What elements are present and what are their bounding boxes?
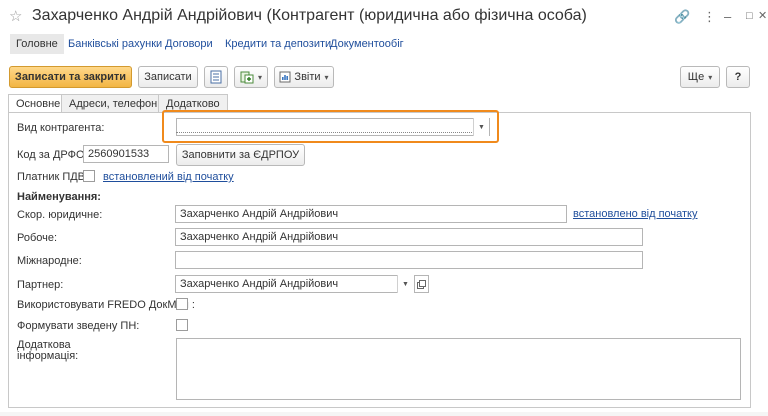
summary-tax-invoice-label: Формувати зведену ПН: <box>17 320 140 332</box>
save-and-close-button[interactable]: Записати та закрити <box>9 66 132 88</box>
more-actions-button[interactable]: Ще ▾ <box>680 66 720 88</box>
save-button[interactable]: Записати <box>138 66 198 88</box>
kind-label: Вид контрагента: <box>17 122 105 134</box>
reports-label: Звіти <box>294 71 321 83</box>
toolbar: Записати та закрити Записати ▾ Звіти ▾ Щ… <box>0 62 768 90</box>
nav-contracts[interactable]: Договори <box>165 38 213 50</box>
drfo-label: Код за ДРФО: <box>17 149 88 161</box>
intl-name-field[interactable] <box>175 251 643 269</box>
more-label: Ще <box>687 71 705 83</box>
document-list-icon[interactable] <box>204 66 228 88</box>
nav-credits-deposits[interactable]: Кредити та депозити <box>225 38 331 50</box>
partner-field[interactable]: Захарченко Андрій Андрійович <box>175 275 413 293</box>
reports-button[interactable]: Звіти ▾ <box>274 66 334 88</box>
summary-tax-invoice-checkbox[interactable] <box>176 319 188 331</box>
vat-history-link[interactable]: встановлений від початку <box>103 171 234 183</box>
reports-icon <box>279 71 291 83</box>
short-name-label: Скор. юридичне: <box>17 209 103 221</box>
link-icon[interactable]: 🔗 <box>674 10 690 23</box>
nav-main[interactable]: Головне <box>10 34 64 54</box>
vat-label: Платник ПДВ: <box>17 171 89 183</box>
fill-by-edrpou-button[interactable]: Заповнити за ЄДРПОУ <box>176 144 305 166</box>
tab-addresses-phones[interactable]: Адреси, телефони <box>61 94 172 112</box>
minimize-icon[interactable]: – <box>724 10 731 23</box>
fredo-label: Використовувати FREDO ДокМен : <box>17 299 195 311</box>
bottom-edge <box>0 412 768 416</box>
short-name-history-link[interactable]: встановлено від початку <box>573 208 698 220</box>
extra-info-textarea[interactable] <box>176 338 741 400</box>
drfo-field[interactable]: 2560901533 <box>83 145 169 163</box>
work-name-field[interactable]: Захарченко Андрій Андрійович <box>175 228 643 246</box>
title-bar: ☆ Захарченко Андрій Андрійович (Контраге… <box>0 0 768 34</box>
create-based-on-icon[interactable]: ▾ <box>234 66 268 88</box>
extra-info-label-line2: інформація: <box>17 350 79 362</box>
help-button[interactable]: ? <box>726 66 750 88</box>
intl-name-label: Міжнародне: <box>17 255 82 267</box>
names-heading: Найменування: <box>17 191 101 203</box>
more-menu-icon[interactable]: ⋮ <box>703 10 716 23</box>
partner-label: Партнер: <box>17 279 64 291</box>
vat-checkbox[interactable] <box>83 170 95 182</box>
favorite-star-icon[interactable]: ☆ <box>9 9 22 24</box>
nav-document-flow[interactable]: Документообіг <box>330 38 404 50</box>
close-icon[interactable]: ✕ <box>758 10 767 23</box>
kind-select-highlight <box>162 110 499 143</box>
work-name-label: Робоче: <box>17 232 58 244</box>
partner-dropdown-chevron-icon[interactable]: ▼ <box>397 275 413 293</box>
nav-bank-accounts[interactable]: Банківські рахунки <box>68 38 162 50</box>
section-nav: Головне Банківські рахунки Договори Кред… <box>0 34 768 58</box>
tab-main[interactable]: Основне <box>8 94 69 113</box>
partner-open-icon[interactable] <box>414 275 429 293</box>
short-name-field[interactable]: Захарченко Андрій Андрійович <box>175 205 567 223</box>
fredo-checkbox[interactable] <box>176 298 188 310</box>
maximize-icon[interactable]: □ <box>746 10 753 23</box>
window-title: Захарченко Андрій Андрійович (Контрагент… <box>32 7 587 24</box>
